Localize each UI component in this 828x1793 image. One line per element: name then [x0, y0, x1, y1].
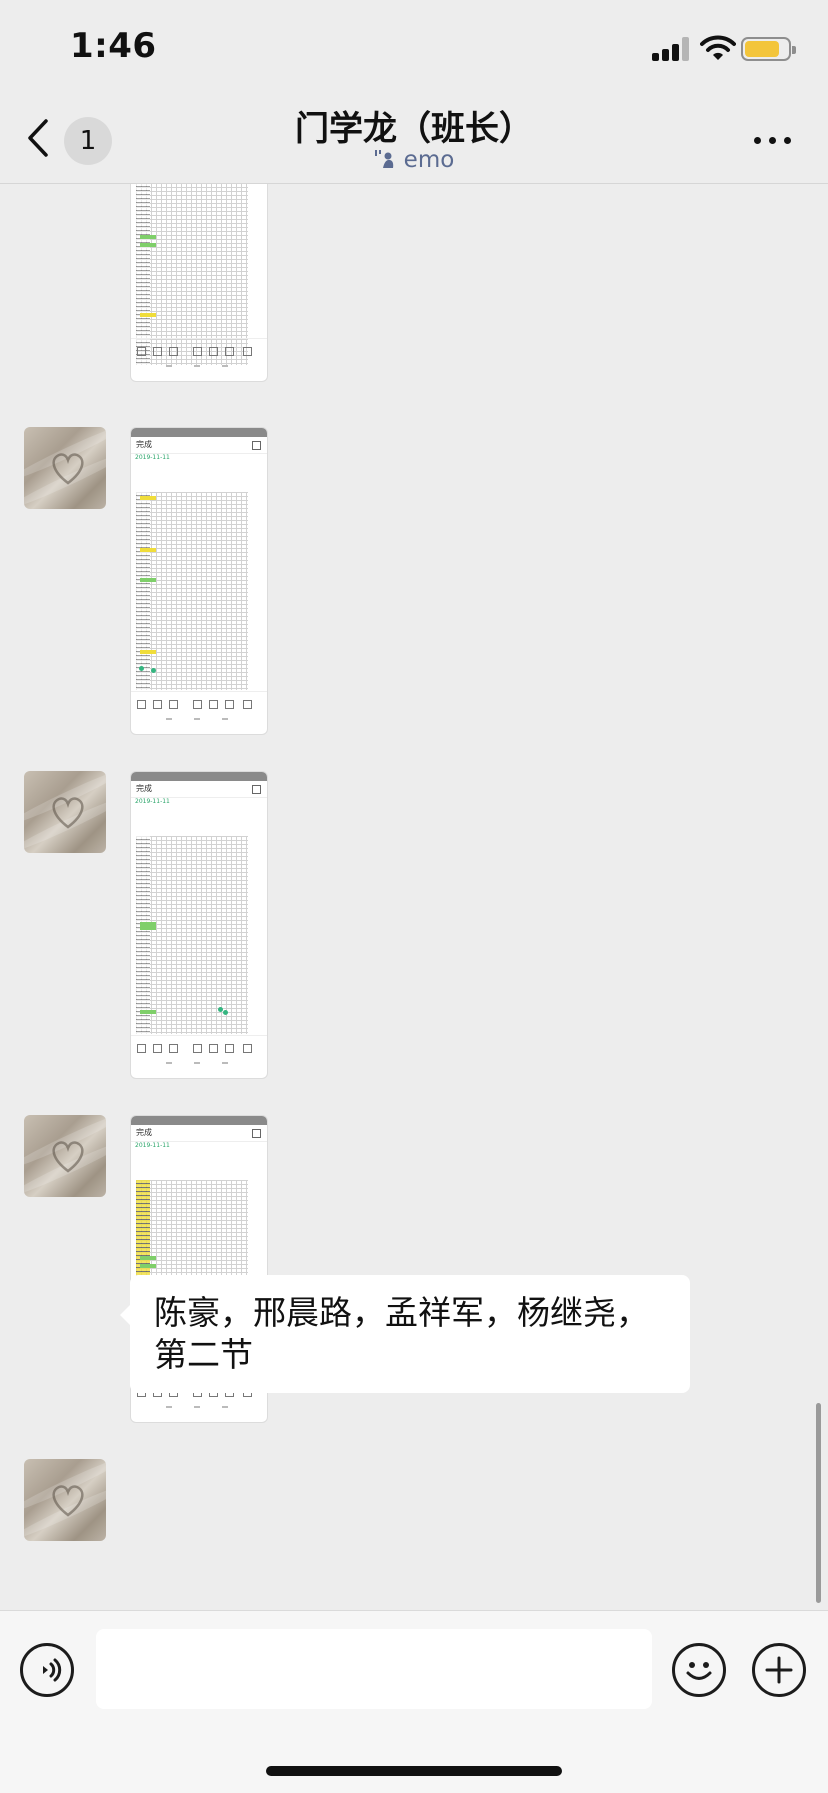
- preview-done-label: 完成: [136, 440, 152, 449]
- preview-bottom-toolbar: [131, 338, 267, 381]
- cellular-signal-icon: [652, 37, 692, 61]
- scrollbar[interactable]: [816, 1403, 821, 1603]
- emoji-button[interactable]: [672, 1643, 726, 1697]
- wifi-icon: [700, 35, 736, 60]
- text-message-bubble[interactable]: 陈豪，邢晨路，孟祥军，杨继尧，第二节: [120, 1275, 690, 1393]
- heart-icon: [52, 797, 84, 829]
- voice-icon: [43, 1658, 62, 1682]
- add-icon: [765, 1656, 793, 1684]
- voice-button[interactable]: [20, 1643, 74, 1697]
- avatar[interactable]: [24, 1459, 106, 1541]
- heart-icon: [52, 453, 84, 485]
- preview-done-label: 完成: [136, 1128, 152, 1137]
- chat-title: 门学龙（班长）: [295, 109, 533, 149]
- more-options-button[interactable]: [748, 125, 798, 155]
- clock: 1:46: [70, 26, 157, 66]
- contact-status-text: emo: [403, 147, 455, 173]
- heart-icon: [52, 1141, 84, 1173]
- status-bar: 1:46: [0, 0, 828, 95]
- spreadsheet-preview: [136, 836, 248, 1034]
- avatar[interactable]: [24, 427, 106, 509]
- emoji-icon: [686, 1662, 712, 1680]
- preview-done-label: 完成: [136, 784, 152, 793]
- preview-date: 2019-11-11: [135, 454, 170, 461]
- status-icon: [374, 150, 393, 168]
- avatar[interactable]: [24, 1115, 106, 1197]
- image-message[interactable]: [130, 184, 268, 382]
- preview-bottom-toolbar: [131, 1035, 267, 1078]
- preview-date: 2019-11-11: [135, 1142, 170, 1149]
- heart-icon: [52, 1485, 84, 1517]
- contact-status: emo: [0, 147, 828, 173]
- message-list[interactable]: 完成 2019-11-11 完成 2019-11-11 完成 2019-11-1…: [0, 184, 828, 1610]
- image-message[interactable]: 完成 2019-11-11: [130, 427, 268, 735]
- chat-header: 1 门学龙（班长） emo: [0, 95, 828, 184]
- preview-bottom-toolbar: [131, 691, 267, 734]
- home-indicator[interactable]: [266, 1766, 562, 1776]
- add-button[interactable]: [752, 1643, 806, 1697]
- battery-icon: [741, 37, 796, 61]
- image-message[interactable]: 完成 2019-11-11: [130, 771, 268, 1079]
- preview-date: 2019-11-11: [135, 798, 170, 805]
- spreadsheet-preview: [136, 492, 248, 690]
- message-input[interactable]: [96, 1629, 652, 1709]
- avatar[interactable]: [24, 771, 106, 853]
